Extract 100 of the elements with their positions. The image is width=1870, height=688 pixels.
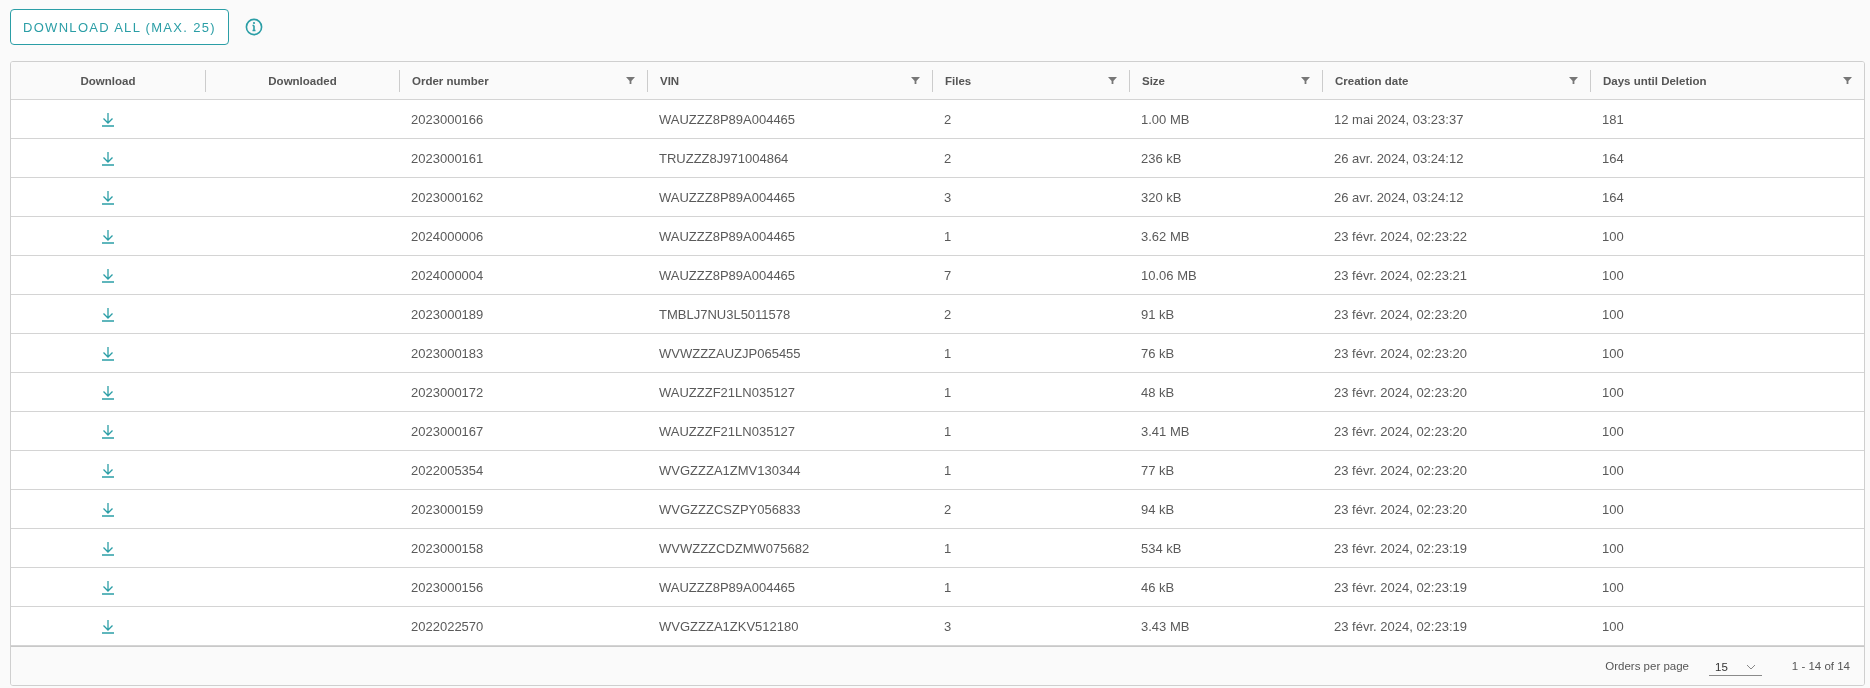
table-cell: 236 kB (1141, 150, 1182, 166)
column-header: Files (945, 74, 972, 87)
download-icon (101, 501, 115, 517)
table-cell: WAUZZZ8P89A004465 (659, 267, 796, 283)
table-cell: 100 (1602, 501, 1624, 517)
download-icon (101, 111, 115, 127)
table-cell: 10.06 MB (1141, 267, 1197, 283)
table-cell: 2022005354 (411, 462, 484, 478)
filter-icon[interactable] (626, 76, 635, 85)
table-cell: WVGZZZCSZPY056833 (659, 501, 801, 517)
column-header: Size (1142, 74, 1165, 87)
table-cell: 46 kB (1141, 579, 1175, 595)
table-cell: 2 (944, 150, 952, 166)
table-cell: 534 kB (1141, 540, 1182, 556)
table-cell: 1 (944, 579, 952, 595)
download-icon (101, 228, 115, 244)
download-button[interactable] (101, 306, 115, 322)
info-icon[interactable] (244, 18, 263, 36)
table-cell: WVWZZZCDZMW075682 (659, 540, 810, 556)
download-button[interactable] (101, 579, 115, 595)
download-button[interactable] (101, 267, 115, 283)
table-cell: 12 mai 2024, 03:23:37 (1334, 111, 1464, 127)
table-cell: 320 kB (1141, 189, 1182, 205)
table-cell: WAUZZZ8P89A004465 (659, 111, 796, 127)
table-cell: 23 févr. 2024, 02:23:20 (1334, 384, 1467, 400)
download-button[interactable] (101, 462, 115, 478)
chevron-down-icon (1745, 663, 1756, 670)
table-cell: 3.62 MB (1141, 228, 1190, 244)
table-cell: 100 (1602, 579, 1624, 595)
table-cell: 26 avr. 2024, 03:24:12 (1334, 189, 1464, 205)
filter-icon[interactable] (1843, 76, 1852, 85)
per-page-select[interactable]: 15 (1709, 656, 1762, 676)
download-icon (101, 267, 115, 283)
download-icon (101, 150, 115, 166)
table-cell: 23 févr. 2024, 02:23:22 (1334, 228, 1467, 244)
table-cell: 91 kB (1141, 306, 1175, 322)
table-cell: 23 févr. 2024, 02:23:20 (1334, 345, 1467, 361)
download-button[interactable] (101, 189, 115, 205)
download-icon (101, 189, 115, 205)
table-cell: 2024000004 (411, 267, 484, 283)
download-button[interactable] (101, 540, 115, 556)
table-cell: 2023000189 (411, 306, 484, 322)
download-icon (101, 540, 115, 556)
download-button[interactable] (101, 501, 115, 517)
download-icon (101, 306, 115, 322)
table-cell: 1 (944, 345, 952, 361)
table-cell: 2 (944, 111, 952, 127)
table-cell: 2023000159 (411, 501, 484, 517)
table-cell: 23 févr. 2024, 02:23:21 (1334, 267, 1467, 283)
table-cell: WVGZZZA1ZMV130344 (659, 462, 801, 478)
column-header: Downloaded (268, 74, 337, 87)
per-page-label: Orders per page (1605, 660, 1689, 672)
filter-icon[interactable] (1108, 76, 1117, 85)
table-cell: 76 kB (1141, 345, 1175, 361)
table-cell: 23 févr. 2024, 02:23:20 (1334, 501, 1467, 517)
download-button[interactable] (101, 618, 115, 634)
column-header: Download (80, 74, 136, 87)
table-cell: 2023000167 (411, 423, 484, 439)
table-cell: TMBLJ7NU3L5011578 (659, 306, 791, 322)
column-header: Days until Deletion (1603, 74, 1707, 87)
table-cell: 3.43 MB (1141, 618, 1190, 634)
download-button[interactable] (101, 345, 115, 361)
table-cell: 2023000161 (411, 150, 484, 166)
table-cell: WAUZZZ8P89A004465 (659, 228, 796, 244)
table-cell: 100 (1602, 345, 1624, 361)
download-button[interactable] (101, 384, 115, 400)
download-button[interactable] (101, 111, 115, 127)
column-header: Order number (412, 74, 489, 87)
table-cell: 181 (1602, 111, 1624, 127)
table-cell: 48 kB (1141, 384, 1175, 400)
table-cell: 7 (944, 267, 952, 283)
page-range: 1 - 14 of 14 (1791, 660, 1850, 672)
table-cell: 1 (944, 462, 952, 478)
table-cell: 2 (944, 306, 952, 322)
table-cell: 100 (1602, 618, 1624, 634)
table-cell: WAUZZZ8P89A004465 (659, 189, 796, 205)
table-cell: 1 (944, 228, 952, 244)
filter-icon[interactable] (1569, 76, 1578, 85)
filter-icon[interactable] (1301, 76, 1310, 85)
table-cell: WAUZZZ8P89A004465 (659, 579, 796, 595)
table-cell: TRUZZZ8J971004864 (659, 150, 789, 166)
download-icon (101, 462, 115, 478)
table-cell: 23 févr. 2024, 02:23:20 (1334, 423, 1467, 439)
download-button[interactable] (101, 423, 115, 439)
table-cell: 2024000006 (411, 228, 484, 244)
table-cell: 1 (944, 384, 952, 400)
table-cell: 2 (944, 501, 952, 517)
table-cell: 2023000172 (411, 384, 484, 400)
table-cell: 23 févr. 2024, 02:23:19 (1334, 618, 1467, 634)
column-header: VIN (660, 74, 680, 87)
download-icon (101, 384, 115, 400)
table-cell: 100 (1602, 306, 1624, 322)
filter-icon[interactable] (911, 76, 920, 85)
table-cell: 164 (1602, 150, 1624, 166)
column-header: Creation date (1335, 74, 1409, 87)
download-button[interactable] (101, 150, 115, 166)
table-cell: 1 (944, 423, 952, 439)
table-cell: 2023000158 (411, 540, 484, 556)
download-button[interactable] (101, 228, 115, 244)
download-icon (101, 579, 115, 595)
